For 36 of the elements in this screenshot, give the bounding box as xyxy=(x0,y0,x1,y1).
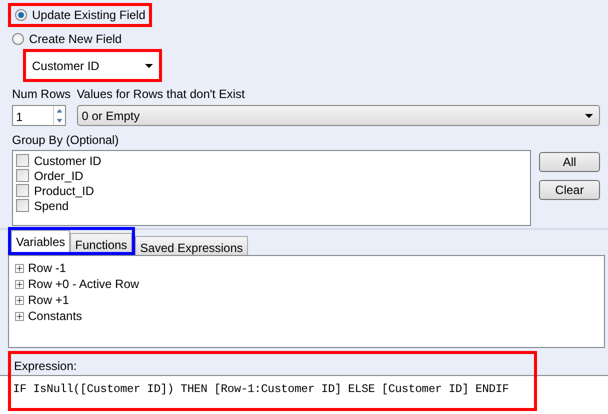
number-spinner[interactable]: 1 xyxy=(12,105,66,126)
expand-icon[interactable] xyxy=(15,280,24,288)
checkbox[interactable] xyxy=(16,169,29,182)
values-dropdown[interactable]: 0 or Empty xyxy=(76,105,600,126)
expand-icon[interactable] xyxy=(15,264,24,272)
expression-label: Expression: xyxy=(13,358,78,375)
checkbox-label[interactable]: Spend xyxy=(34,196,69,214)
checkbox-label[interactable]: Order_ID xyxy=(34,166,84,184)
checkbox[interactable] xyxy=(16,199,29,212)
tab[interactable]: Saved Expressions xyxy=(135,236,248,255)
tree-item[interactable]: Row +1 xyxy=(28,291,70,309)
caret-icon xyxy=(145,64,153,68)
radio-button[interactable] xyxy=(12,32,24,44)
radio-button[interactable] xyxy=(15,9,27,21)
field-label: Num Rows xyxy=(12,86,71,103)
checkbox[interactable] xyxy=(16,154,29,167)
up-arrow-icon[interactable] xyxy=(54,106,65,116)
tree-item[interactable]: Row +0 - Active Row xyxy=(28,275,140,293)
action-button[interactable]: All xyxy=(539,152,600,172)
tab[interactable]: Functions xyxy=(70,233,132,252)
field-label: Group By (Optional) xyxy=(11,132,120,149)
tree-item[interactable]: Constants xyxy=(28,307,82,325)
caret-icon xyxy=(585,114,593,118)
expression-text[interactable]: IF IsNull([Customer ID]) THEN [Row-1:Customer ID] ELSE [Customer ID] ENDIF xyxy=(11,378,534,408)
radio-label[interactable]: Create New Field xyxy=(29,30,122,48)
checkbox-label[interactable]: Customer ID xyxy=(34,152,102,170)
action-button[interactable]: Clear xyxy=(539,180,600,200)
field-dropdown[interactable]: Customer ID xyxy=(26,52,159,79)
checkbox-label[interactable]: Product_ID xyxy=(34,182,94,200)
field-label: Values for Rows that don't Exist xyxy=(76,86,246,103)
radio-label[interactable]: Update Existing Field xyxy=(32,6,146,24)
checkbox[interactable] xyxy=(16,184,29,197)
expand-icon[interactable] xyxy=(15,296,24,304)
tab[interactable]: Variables xyxy=(11,230,70,252)
expand-icon[interactable] xyxy=(15,312,24,320)
tree-item[interactable]: Row -1 xyxy=(28,259,66,277)
